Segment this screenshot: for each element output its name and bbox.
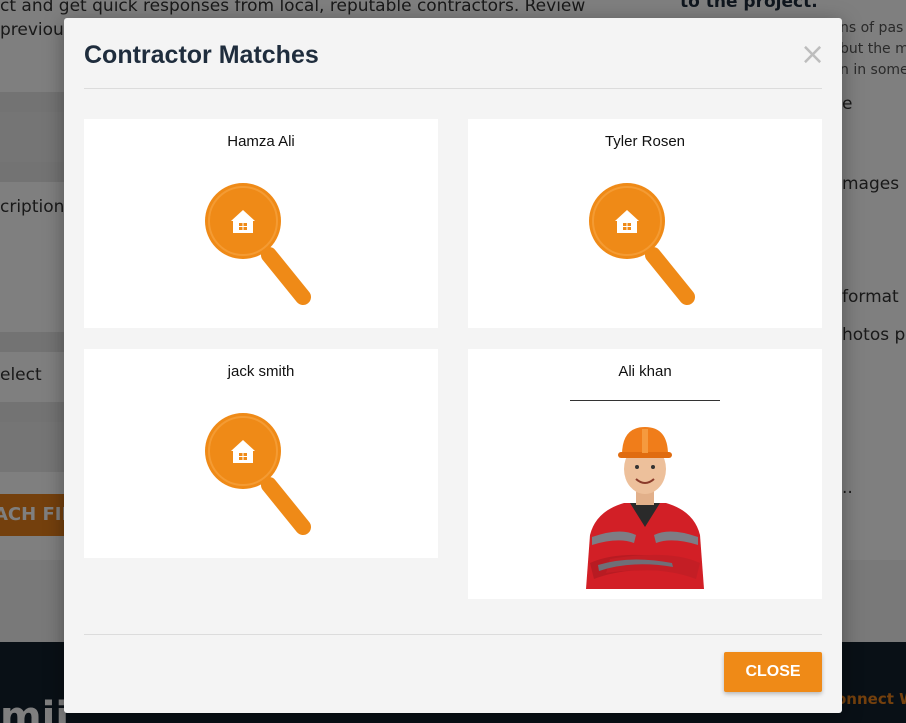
contractor-name: Tyler Rosen bbox=[604, 133, 686, 150]
contractor-name: Ali khan bbox=[618, 363, 672, 380]
worker-photo bbox=[586, 427, 704, 589]
search-home-icon bbox=[589, 183, 695, 305]
modal-title: Contractor Matches bbox=[84, 41, 319, 69]
close-icon[interactable]: × bbox=[800, 40, 825, 70]
contractor-card[interactable]: Ali khan bbox=[468, 349, 822, 599]
name-underline bbox=[570, 400, 720, 401]
contractor-name: jack smith bbox=[227, 363, 295, 380]
contractor-card[interactable]: jack smith bbox=[84, 349, 438, 558]
contractor-matches-modal: Contractor Matches × Hamza Ali Tyler Ros… bbox=[64, 18, 842, 713]
footer-divider bbox=[84, 634, 822, 635]
search-home-icon bbox=[205, 183, 311, 305]
header-divider bbox=[84, 88, 822, 89]
close-button[interactable]: CLOSE bbox=[724, 652, 822, 692]
contractor-card[interactable]: Hamza Ali bbox=[84, 119, 438, 328]
search-home-icon bbox=[205, 413, 311, 535]
contractor-name: Hamza Ali bbox=[227, 133, 295, 150]
contractor-card[interactable]: Tyler Rosen bbox=[468, 119, 822, 328]
